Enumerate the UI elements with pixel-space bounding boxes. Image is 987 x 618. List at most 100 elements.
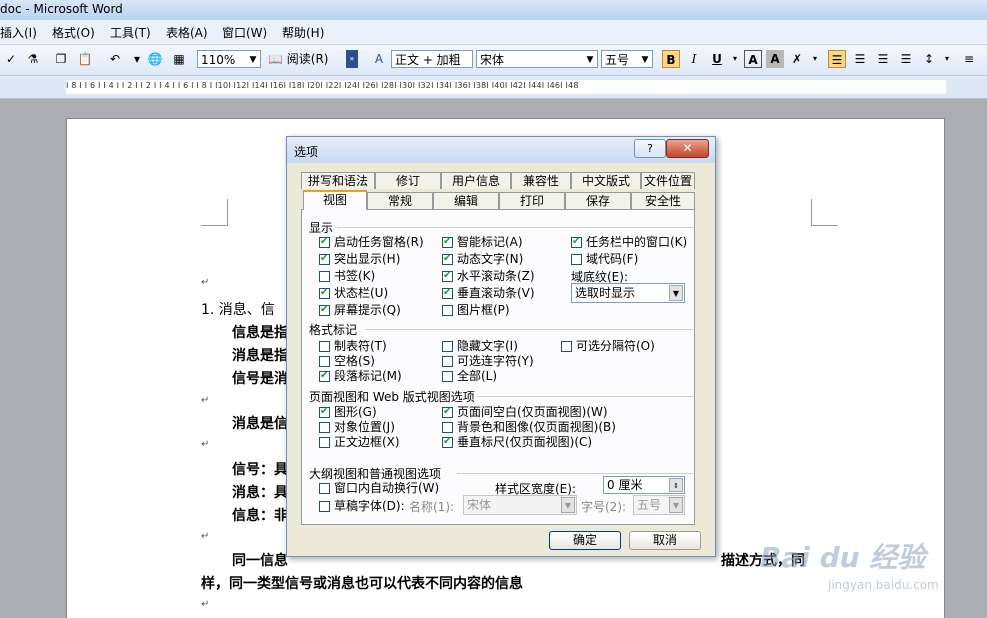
ok-button[interactable]: 确定 [549, 531, 621, 550]
zoom-select[interactable]: 110% ▼ [197, 50, 261, 68]
cb-wrap-to-window[interactable]: 窗口内自动换行(W) [319, 481, 439, 495]
cb-label: 正文边框(X) [334, 435, 400, 449]
chevron-down-icon[interactable]: ▾ [938, 50, 956, 68]
cb-v-scrollbar[interactable]: 垂直滚动条(V) [442, 286, 535, 300]
menu-format[interactable]: 格式(O) [52, 24, 95, 41]
copy-icon[interactable]: ❐ [52, 50, 70, 68]
dialog-title-bar[interactable]: 选项 ? ✕ [287, 137, 715, 163]
align-left-icon[interactable]: ☰ [828, 50, 846, 68]
cb-spaces[interactable]: 空格(S) [319, 354, 375, 368]
cb-all[interactable]: 全部(L) [442, 369, 497, 383]
tab-chinese-layout[interactable]: 中文版式 [571, 172, 641, 189]
table-icon[interactable]: ▦ [170, 50, 188, 68]
char-shading-button[interactable]: A [766, 50, 784, 68]
tab-save[interactable]: 保存 [565, 192, 631, 209]
spinner-icon[interactable]: ⇕ [669, 478, 683, 492]
chevron-down-icon: ▼ [561, 497, 575, 513]
cb-animated-text[interactable]: 动态文字(N) [442, 252, 523, 266]
spelling-icon[interactable]: ✓ [2, 50, 20, 68]
toolbar-options-icon[interactable]: » [346, 50, 358, 68]
tab-spelling[interactable]: 拼写和语法 [301, 172, 375, 189]
cb-text-boundaries[interactable]: 正文边框(X) [319, 435, 400, 449]
cb-field-codes[interactable]: 域代码(F) [571, 252, 638, 266]
hyperlink-icon[interactable]: 🌐 [146, 50, 164, 68]
tab-view[interactable]: 视图 [303, 190, 367, 210]
menu-window[interactable]: 窗口(W) [222, 24, 267, 41]
read-button[interactable]: 📖 阅读(R) [268, 50, 328, 68]
cb-optional-breaks[interactable]: 可选分隔符(O) [561, 339, 655, 353]
tab-print[interactable]: 打印 [499, 192, 565, 209]
checkbox [319, 483, 330, 494]
field-shading-select[interactable]: 选取时显示 ▼ [571, 283, 685, 303]
cb-object-anchors[interactable]: 对象位置(J) [319, 420, 395, 434]
align-right-icon[interactable]: ☰ [874, 50, 892, 68]
doc-line-2: 信息是指 [232, 325, 288, 341]
numbering-icon[interactable]: ≡ [960, 50, 978, 68]
tab-revisions[interactable]: 修订 [375, 172, 441, 189]
menu-help[interactable]: 帮助(H) [282, 24, 324, 41]
undo-icon[interactable]: ↶ [106, 50, 124, 68]
horizontal-ruler[interactable]: I 8 I I 6 I I 4 I I 2 I I 2 I I 4 I I 6 … [0, 76, 987, 99]
checkbox [319, 252, 330, 266]
cb-h-scrollbar[interactable]: 水平滚动条(Z) [442, 269, 535, 283]
cb-highlight[interactable]: 突出显示(H) [319, 252, 400, 266]
undo-dropdown-icon[interactable]: ▾ [128, 50, 146, 68]
cb-hidden-text[interactable]: 隐藏文字(I) [442, 339, 518, 353]
checkbox [442, 252, 453, 266]
cb-white-space[interactable]: 页面间空白(仅页面视图)(W) [442, 405, 608, 419]
cb-paragraph-marks[interactable]: 段落标记(M) [319, 369, 402, 383]
size-select[interactable]: 五号 ▼ [601, 50, 653, 68]
checkbox [442, 305, 453, 316]
cb-optional-hyphens[interactable]: 可选连字符(Y) [442, 354, 534, 368]
doc-line-7: 消息：具 [232, 485, 288, 501]
font-select[interactable]: 宋体 ▼ [476, 50, 598, 68]
style-width-input[interactable]: 0 厘米 ⇕ [603, 476, 685, 494]
chevron-down-icon[interactable]: ▾ [806, 50, 824, 68]
cb-label: 草稿字体(D): [334, 499, 405, 513]
cb-vertical-ruler[interactable]: 垂直标尺(仅页面视图)(C) [442, 435, 592, 449]
zoom-value: 110% [201, 53, 236, 67]
research-icon[interactable]: ⚗ [24, 50, 42, 68]
cb-windows-in-taskbar[interactable]: 任务栏中的窗口(K) [571, 235, 687, 249]
cb-status-bar[interactable]: 状态栏(U) [319, 286, 388, 300]
cb-tab-chars[interactable]: 制表符(T) [319, 339, 387, 353]
cb-picture-placeholders[interactable]: 图片框(P) [442, 303, 510, 317]
cb-smart-tags[interactable]: 智能标记(A) [442, 235, 523, 249]
draft-font-size-select[interactable]: 五号 ▼ [633, 495, 685, 515]
tab-security[interactable]: 安全性 [631, 192, 695, 209]
cb-bookmarks[interactable]: 书签(K) [319, 269, 375, 283]
menu-tools[interactable]: 工具(T) [110, 24, 151, 41]
menu-table[interactable]: 表格(A) [166, 24, 208, 41]
line-spacing-icon[interactable]: ↕ [920, 50, 938, 68]
tab-user-info[interactable]: 用户信息 [441, 172, 511, 189]
cb-label: 页面间空白(仅页面视图)(W) [457, 405, 608, 419]
cb-label: 域代码(F) [586, 252, 639, 266]
cb-drawings[interactable]: 图形(G) [319, 405, 377, 419]
tab-file-locations[interactable]: 文件位置 [641, 172, 695, 189]
align-center-icon[interactable]: ☰ [851, 50, 869, 68]
tab-general[interactable]: 常规 [367, 192, 433, 209]
cb-label: 突出显示(H) [334, 252, 401, 266]
tab-edit[interactable]: 编辑 [433, 192, 499, 209]
phonetic-icon[interactable]: ✗ [788, 50, 806, 68]
cb-startup-taskpane[interactable]: 启动任务窗格(R) [319, 235, 424, 249]
cb-screentips[interactable]: 屏幕提示(Q) [319, 303, 401, 317]
justify-icon[interactable]: ☰ [897, 50, 915, 68]
underline-button[interactable]: U [708, 50, 726, 68]
cancel-button[interactable]: 取消 [629, 531, 701, 550]
cb-draft-font[interactable]: 草稿字体(D): [319, 499, 405, 513]
char-border-button[interactable]: A [744, 50, 762, 68]
style-select[interactable]: 正文 + 加粗 [391, 50, 473, 68]
italic-button[interactable]: I [685, 50, 703, 68]
chevron-down-icon[interactable]: ▾ [726, 50, 744, 68]
styles-icon[interactable]: A [370, 50, 388, 68]
cb-background[interactable]: 背景色和图像(仅页面视图)(B) [442, 420, 616, 434]
menu-insert[interactable]: 插入(I) [0, 24, 37, 41]
paste-icon[interactable]: 📋 [76, 50, 94, 68]
help-button[interactable]: ? [634, 139, 666, 158]
draft-font-name-select[interactable]: 宋体 ▼ [463, 495, 577, 515]
close-button[interactable]: ✕ [666, 139, 709, 158]
bold-button[interactable]: B [662, 50, 680, 68]
tab-compat[interactable]: 兼容性 [511, 172, 571, 189]
menu-bar: 插入(I) 格式(O) 工具(T) 表格(A) 窗口(W) 帮助(H) [0, 20, 987, 45]
